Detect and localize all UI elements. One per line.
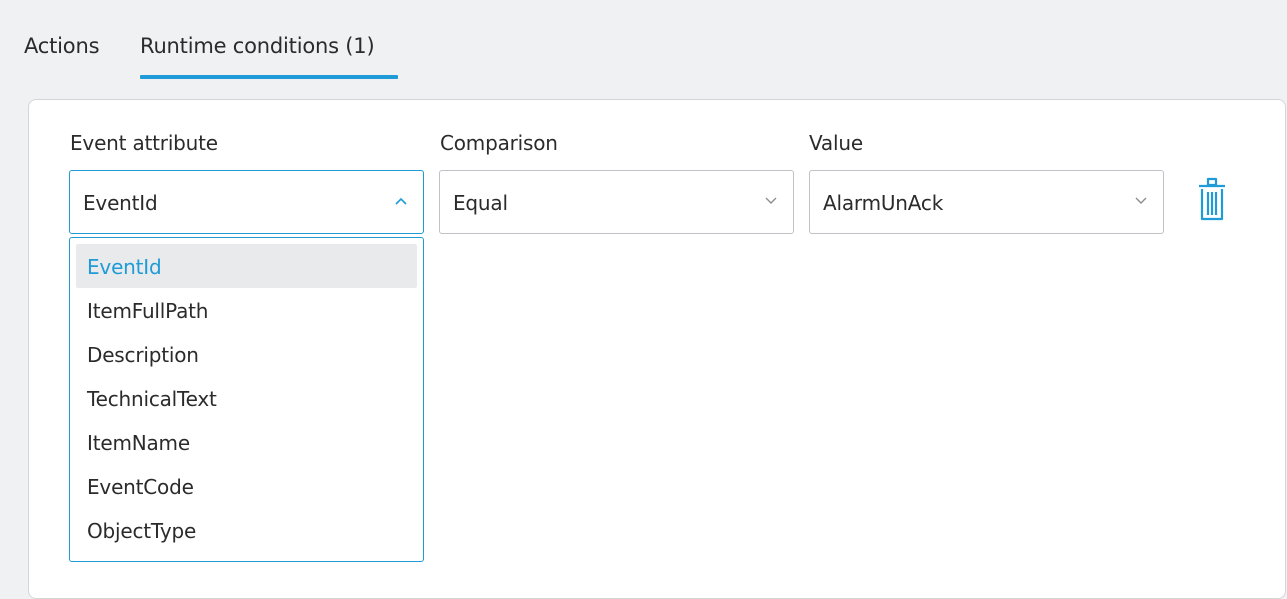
chevron-down-icon	[765, 197, 777, 207]
tab-bar: Actions Runtime conditions (1)	[0, 0, 1287, 88]
trash-icon[interactable]	[1196, 177, 1228, 223]
tab-actions[interactable]: Actions	[24, 34, 100, 58]
comparison-select[interactable]: Equal	[439, 170, 794, 234]
dropdown-option[interactable]: EventId	[76, 244, 417, 288]
comparison-value: Equal	[453, 191, 508, 215]
dropdown-option[interactable]: Description	[76, 332, 417, 376]
dropdown-option[interactable]: ItemName	[76, 420, 417, 464]
tab-runtime-conditions[interactable]: Runtime conditions (1)	[140, 34, 375, 58]
dropdown-option[interactable]: ObjectType	[76, 508, 417, 552]
value-select[interactable]: AlarmUnAck	[809, 170, 1164, 234]
comparison-label: Comparison	[440, 131, 558, 155]
chevron-up-icon	[395, 197, 407, 207]
value-select-value: AlarmUnAck	[823, 191, 944, 215]
event-attribute-value: EventId	[83, 191, 158, 215]
event-attribute-dropdown: EventId ItemFullPath Description Technic…	[69, 237, 424, 562]
event-attribute-label: Event attribute	[70, 131, 218, 155]
chevron-down-icon	[1135, 197, 1147, 207]
active-tab-indicator	[140, 75, 398, 79]
event-attribute-select[interactable]: EventId	[69, 170, 424, 234]
dropdown-option[interactable]: TechnicalText	[76, 376, 417, 420]
value-label: Value	[809, 131, 863, 155]
dropdown-option[interactable]: ItemFullPath	[76, 288, 417, 332]
dropdown-option[interactable]: EventCode	[76, 464, 417, 508]
